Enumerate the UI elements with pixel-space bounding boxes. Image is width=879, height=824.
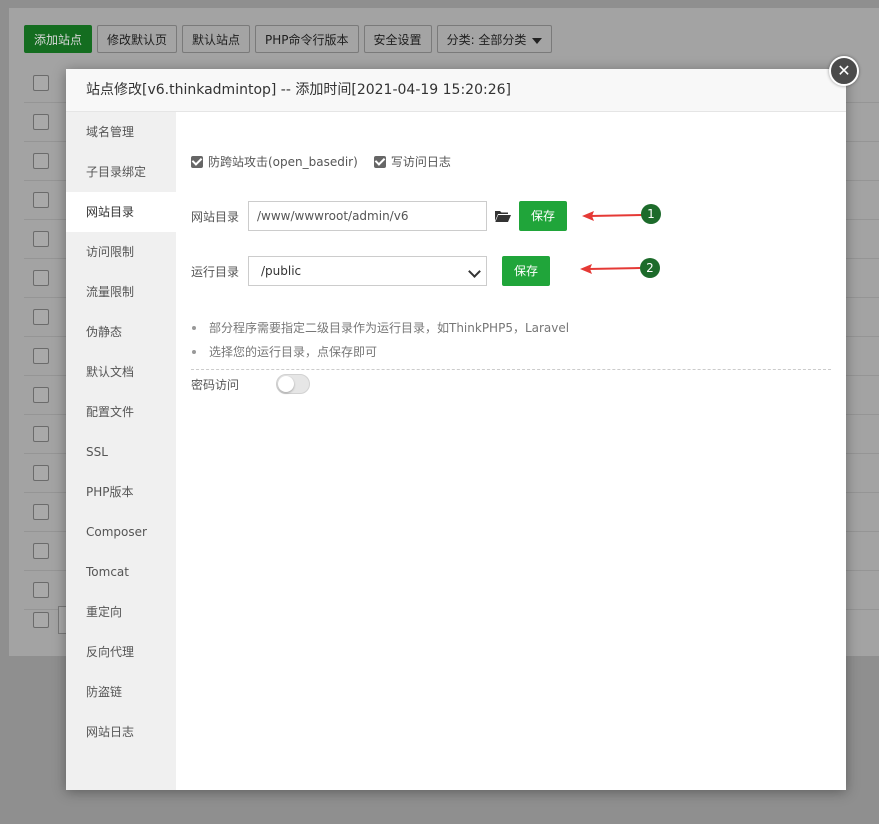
category-label: 分类: 全部分类 [446,33,527,47]
security-settings-button[interactable]: 安全设置 [363,25,432,53]
row-checkbox[interactable] [33,465,49,481]
site-dir-save-button[interactable]: 保存 [519,201,568,231]
password-access-toggle[interactable] [276,374,310,394]
row-checkbox[interactable] [33,153,49,169]
row-checkbox[interactable] [33,582,49,598]
anti-xss-option[interactable]: 防跨站攻击(open_basedir) [191,153,358,170]
toggle-knob [278,376,294,392]
site-dir-options: 防跨站攻击(open_basedir) 写访问日志 [191,153,451,170]
site-dir-input[interactable] [248,201,487,231]
run-dir-select[interactable]: /public [248,256,487,286]
sidebar-item-config-file[interactable]: 配置文件 [66,392,176,432]
run-dir-label: 运行目录 [191,264,240,279]
help-note: 选择您的运行目录，点保存即可 [191,340,831,364]
sidebar-item-rewrite[interactable]: 伪静态 [66,312,176,352]
row-checkbox[interactable] [33,504,49,520]
row-checkbox[interactable] [33,387,49,403]
add-site-button[interactable]: 添加站点 [24,25,93,53]
category-dropdown[interactable]: 分类: 全部分类 [436,25,553,53]
password-access-label: 密码访问 [191,377,240,392]
sidebar-item-subdir-binding[interactable]: 子目录绑定 [66,152,176,192]
row-checkbox[interactable] [33,270,49,286]
site-dir-panel: 防跨站攻击(open_basedir) 写访问日志 网站目录 保存 运行目录 /… [176,112,846,790]
edit-default-page-button[interactable]: 修改默认页 [97,25,178,53]
write-log-checkbox[interactable] [373,155,386,168]
row-checkbox[interactable] [33,114,49,130]
chevron-down-icon [468,265,481,278]
row-checkbox[interactable] [33,75,49,91]
sidebar-item-ssl[interactable]: SSL [66,432,176,472]
annotation-arrow-1 [580,206,644,222]
folder-open-icon[interactable] [495,210,511,222]
row-checkbox[interactable] [33,309,49,325]
sidebar-item-default-doc[interactable]: 默认文档 [66,352,176,392]
annotation-badge-2: 2 [640,258,660,278]
default-site-button[interactable]: 默认站点 [182,25,251,53]
run-dir-row: 运行目录 /public 保存 [191,256,551,286]
row-checkbox[interactable] [33,426,49,442]
close-icon: ✕ [837,61,851,80]
sidebar-item-tomcat[interactable]: Tomcat [66,552,176,592]
write-log-option[interactable]: 写访问日志 [373,153,451,170]
help-note: 部分程序需要指定二级目录作为运行目录，如ThinkPHP5，Laravel [191,316,831,340]
sidebar-item-access-limit[interactable]: 访问限制 [66,232,176,272]
modal-body: 域名管理 子目录绑定 网站目录 访问限制 流量限制 伪静态 默认文档 配置文件 … [66,112,846,790]
site-edit-modal: 站点修改[v6.thinkadmintop] -- 添加时间[2021-04-1… [66,69,846,790]
select-all-checkbox[interactable] [33,612,49,628]
row-checkbox[interactable] [33,543,49,559]
sidebar-item-site-log[interactable]: 网站日志 [66,712,176,752]
site-toolbar: 添加站点 修改默认页 默认站点 PHP命令行版本 安全设置 分类: 全部分类 [24,25,553,55]
run-dir-selected-value: /public [261,264,302,278]
row-checkbox[interactable] [33,348,49,364]
sidebar-item-site-dir[interactable]: 网站目录 [66,192,176,232]
anti-xss-label: 防跨站攻击(open_basedir) [208,155,358,169]
sidebar-item-redirect[interactable]: 重定向 [66,592,176,632]
sidebar-item-reverse-proxy[interactable]: 反向代理 [66,632,176,672]
close-modal-button[interactable]: ✕ [829,56,859,86]
annotation-arrow-2 [578,260,642,276]
site-dir-label: 网站目录 [191,209,240,224]
row-checkbox[interactable] [33,231,49,247]
annotation-badge-1: 1 [641,204,661,224]
sidebar-item-composer[interactable]: Composer [66,512,176,552]
site-dir-row: 网站目录 保存 [191,201,568,231]
row-checkbox[interactable] [33,192,49,208]
modal-sidebar: 域名管理 子目录绑定 网站目录 访问限制 流量限制 伪静态 默认文档 配置文件 … [66,112,176,790]
anti-xss-checkbox[interactable] [191,155,203,168]
run-dir-save-button[interactable]: 保存 [502,256,551,286]
sidebar-item-hotlink-protection[interactable]: 防盗链 [66,672,176,712]
run-dir-help-list: 部分程序需要指定二级目录作为运行目录，如ThinkPHP5，Laravel 选择… [191,316,831,370]
caret-down-icon [532,37,543,44]
sidebar-item-php-version[interactable]: PHP版本 [66,472,176,512]
password-access-row: 密码访问 [191,374,310,394]
write-log-label: 写访问日志 [390,155,451,169]
php-cli-version-button[interactable]: PHP命令行版本 [255,25,359,53]
modal-title: 站点修改[v6.thinkadmintop] -- 添加时间[2021-04-1… [66,69,846,112]
sidebar-item-traffic-limit[interactable]: 流量限制 [66,272,176,312]
sidebar-item-domain[interactable]: 域名管理 [66,112,176,152]
